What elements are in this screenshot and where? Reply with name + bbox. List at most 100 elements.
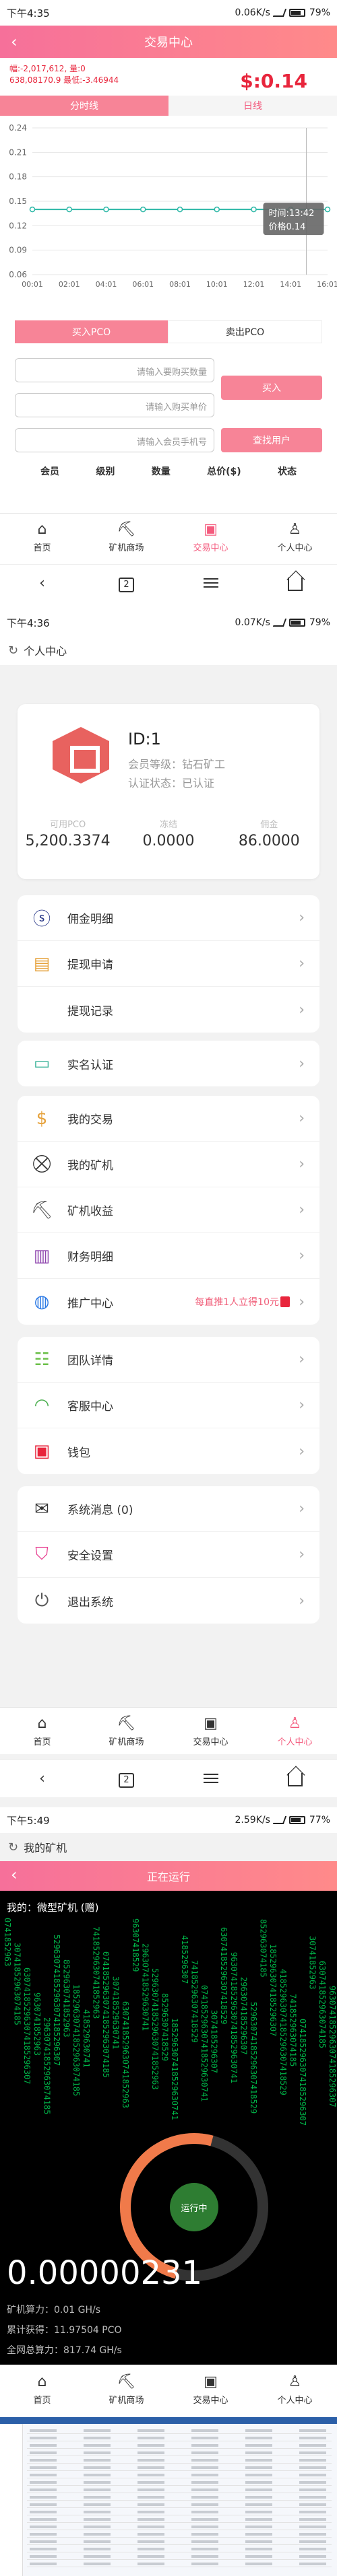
price-point[interactable] — [177, 206, 183, 213]
tab-sell[interactable]: 卖出PCO — [168, 320, 322, 343]
tabs-button[interactable]: 2 — [106, 1770, 147, 1788]
tab-home[interactable]: ⌂ 首页 — [0, 2365, 84, 2413]
admin-table-row[interactable] — [27, 2515, 332, 2523]
cart-icon: ⛒ — [32, 1154, 51, 1174]
admin-table-row[interactable] — [27, 2538, 332, 2545]
menu-security[interactable]: ⛉ 安全设置 › — [18, 1532, 319, 1578]
tab-buy[interactable]: 买入PCO — [15, 320, 168, 343]
admin-table-row[interactable] — [27, 2441, 332, 2449]
admin-table-row[interactable] — [27, 2508, 332, 2515]
admin-table-row[interactable] — [27, 2456, 332, 2464]
menu-commission[interactable]: ⓢ 佣金明细 › — [18, 895, 319, 941]
admin-table-row[interactable] — [27, 2552, 332, 2560]
amount-input[interactable]: 请输入要购买数量 — [15, 358, 214, 382]
tab-timeline[interactable]: 分时线 — [0, 96, 168, 116]
menu-icon[interactable] — [191, 575, 231, 592]
x-tick-label: 10:01 — [206, 280, 228, 289]
bottom-tabbar: ⌂ 首页 ⛏ 矿机商场 ▣ 交易中心 ♙ 个人中心 — [0, 1707, 337, 1754]
tabs-button[interactable]: 2 — [106, 574, 147, 592]
price-point[interactable] — [324, 206, 331, 213]
hashrate: 矿机算力：0.01 GH/s — [7, 2305, 101, 2316]
admin-table-row[interactable] — [27, 2464, 332, 2471]
matrix-column: 741852963074185 — [288, 1994, 298, 2067]
digger-icon: ⛏ — [30, 1199, 53, 1220]
tab-daily[interactable]: 日线 — [168, 96, 337, 116]
admin-table-row[interactable] — [27, 2545, 332, 2552]
tab-miner-shop[interactable]: ⛏ 矿机商场 — [84, 1708, 168, 1754]
person-icon: ♙ — [288, 1714, 302, 1732]
admin-table-row[interactable] — [27, 2486, 332, 2493]
admin-table-row[interactable] — [27, 2434, 332, 2441]
admin-table-row[interactable] — [27, 2560, 332, 2567]
price-input[interactable]: 请输入购买单价 — [15, 393, 214, 417]
admin-table-row[interactable] — [27, 2501, 332, 2508]
buy-button[interactable]: 买入 — [221, 376, 322, 400]
tab-profile[interactable]: ♙ 个人中心 — [253, 1708, 337, 1754]
tab-trade[interactable]: ▣ 交易中心 — [168, 1708, 253, 1754]
menu-my-miners[interactable]: ⛒ 我的矿机 › — [18, 1142, 319, 1187]
miner-icon: ⛏ — [117, 520, 136, 538]
price-point[interactable] — [103, 206, 109, 213]
matrix-column: 52963074185296307418529 — [249, 2002, 258, 2114]
menu-icon[interactable] — [191, 1770, 231, 1787]
bottom-tabbar: ⌂ 首页 ⛏ 矿机商场 ▣ 交易中心 ♙ 个人中心 — [0, 2365, 337, 2413]
dollar-circle-icon: ⓢ — [32, 909, 51, 930]
refresh-icon[interactable]: ↻ — [8, 643, 18, 658]
menu-group-assets: $ 我的交易 › ⛒ 我的矿机 › ⛏ 矿机收益 › ▥ 财务明细 › ◍ 推广中心 每直推1人立得… — [18, 1096, 319, 1325]
miner-name: 我的：微型矿机 (赠) — [7, 1902, 99, 1914]
tooltip-price: 价格0.14 — [269, 221, 306, 232]
tab-miner-shop[interactable]: ⛏ 矿机商场 — [84, 2365, 168, 2413]
find-user-button[interactable]: 查找用户 — [221, 428, 322, 452]
menu-service[interactable]: ◠ 客服中心 › — [18, 1383, 319, 1428]
tab-trade[interactable]: ▣ 交易中心 — [168, 514, 253, 560]
menu-promotion[interactable]: ◍ 推广中心 每直推1人立得10元 › — [18, 1279, 319, 1325]
menu-group-auth: ▭ 实名认证 › — [18, 1041, 319, 1086]
back-icon[interactable]: ‹ — [11, 1865, 18, 1884]
home-nav-icon[interactable] — [275, 575, 315, 592]
admin-header — [0, 2417, 337, 2424]
tab-home[interactable]: ⌂ 首页 — [0, 514, 84, 560]
admin-table-row[interactable] — [27, 2471, 332, 2478]
admin-table-row[interactable] — [27, 2427, 332, 2434]
menu-withdraw-record[interactable]: 提现记录 › — [18, 987, 319, 1033]
page-title: 交易中心 — [144, 36, 193, 50]
menu-logout[interactable]: ⏻ 退出系统 › — [18, 1578, 319, 1624]
menu-withdraw-apply[interactable]: ▤ 提现申请 › — [18, 941, 319, 987]
person-icon: ♙ — [288, 520, 302, 538]
menu-my-trades[interactable]: $ 我的交易 › — [18, 1096, 319, 1142]
matrix-column: 8529630741852963 — [61, 1959, 71, 2038]
admin-table-row[interactable] — [27, 2493, 332, 2501]
tab-home[interactable]: ⌂ 首页 — [0, 1708, 84, 1754]
price-point[interactable] — [251, 206, 257, 213]
miner-panel: 我的：微型矿机 (赠) 0741852963 30741852963074185 6… — [0, 1891, 337, 2365]
price-point[interactable] — [66, 206, 72, 213]
admin-table-row[interactable] — [27, 2449, 332, 2456]
refresh-icon[interactable]: ↻ — [8, 1840, 18, 1854]
tab-trade[interactable]: ▣ 交易中心 — [168, 2365, 253, 2413]
menu-wallet[interactable]: ▣ 钱包 › — [18, 1428, 319, 1474]
address-bar[interactable]: ↻ 个人中心 — [0, 635, 337, 665]
back-arrow-icon[interactable]: ‹ — [22, 575, 63, 592]
tab-profile[interactable]: ♙ 个人中心 — [253, 514, 337, 560]
menu-team[interactable]: ☷ 团队详情 › — [18, 1337, 319, 1383]
address-bar[interactable]: ↻ 我的矿机 — [0, 1833, 337, 1861]
balances: 可用PCO 5,200.3374 冻结 0.0000 佣金 86.0000 — [18, 817, 319, 849]
price-point[interactable] — [140, 206, 146, 213]
back-icon[interactable]: ‹ — [11, 32, 18, 51]
price-point[interactable] — [29, 206, 36, 213]
back-arrow-icon[interactable]: ‹ — [22, 1770, 63, 1787]
home-nav-icon[interactable] — [275, 1770, 315, 1788]
admin-table-row[interactable] — [27, 2530, 332, 2538]
tab-miner-shop[interactable]: ⛏ 矿机商场 — [84, 514, 168, 560]
price-point[interactable] — [214, 206, 220, 213]
admin-table-row[interactable] — [27, 2478, 332, 2486]
menu-miner-income[interactable]: ⛏ 矿机收益 › — [18, 1187, 319, 1233]
menu-finance-detail[interactable]: ▥ 财务明细 › — [18, 1233, 319, 1279]
chevron-right-icon: › — [299, 1500, 305, 1517]
menu-real-name[interactable]: ▭ 实名认证 › — [18, 1041, 319, 1086]
chevron-right-icon: › — [299, 1055, 305, 1072]
tab-profile[interactable]: ♙ 个人中心 — [253, 2365, 337, 2413]
phone-input[interactable]: 请输入会员手机号 — [15, 428, 214, 452]
menu-messages[interactable]: ✉ 系统消息 (0) › — [18, 1486, 319, 1532]
admin-table-row[interactable] — [27, 2523, 332, 2530]
